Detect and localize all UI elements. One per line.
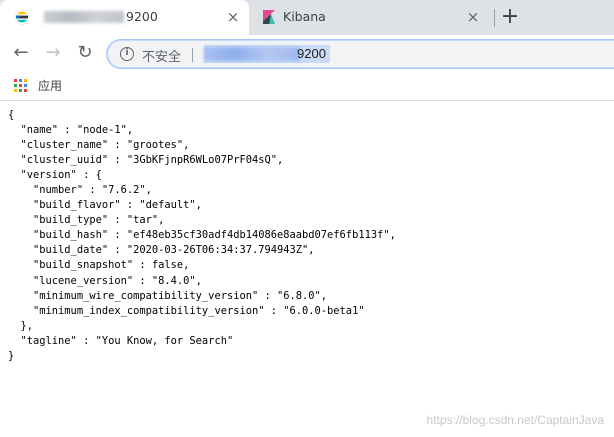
redacted-url-text — [204, 47, 300, 61]
apps-shortcut-label[interactable]: 应用 — [38, 77, 62, 94]
address-bar[interactable]: i 不安全 9200 — [107, 40, 614, 68]
close-tab-icon[interactable]: × — [465, 9, 481, 25]
address-divider — [192, 48, 193, 62]
bookmarks-bar: 应用 — [0, 70, 614, 101]
back-button[interactable]: ← — [10, 42, 32, 64]
tab-kibana[interactable]: Kibana × — [249, 0, 494, 35]
tab-title: 9200 — [126, 9, 158, 24]
close-tab-icon[interactable]: × — [225, 9, 241, 25]
reload-button[interactable]: ↻ — [74, 42, 96, 64]
tab-elasticsearch[interactable]: 9200 × — [0, 0, 249, 35]
page-content: { "name" : "node-1", "cluster_name" : "g… — [8, 108, 608, 364]
forward-button[interactable]: → — [42, 42, 64, 64]
info-icon[interactable]: i — [120, 47, 134, 61]
new-tab-button[interactable]: + — [499, 6, 521, 28]
tab-title: Kibana — [283, 9, 326, 24]
kibana-favicon — [263, 10, 275, 24]
url-text[interactable]: 9200 — [297, 46, 326, 61]
watermark: https://blog.csdn.net/CaptainJava — [426, 413, 604, 427]
tab-divider — [494, 9, 495, 27]
elasticsearch-favicon — [14, 9, 30, 25]
security-status[interactable]: 不安全 — [142, 46, 181, 65]
apps-grid-icon[interactable] — [14, 79, 27, 92]
browser-toolbar: ← → ↻ i 不安全 9200 — [0, 35, 614, 70]
redacted-host-text — [44, 11, 124, 23]
tab-strip: 9200 × Kibana × + — [0, 0, 614, 35]
json-response: { "name" : "node-1", "cluster_name" : "g… — [8, 109, 396, 362]
